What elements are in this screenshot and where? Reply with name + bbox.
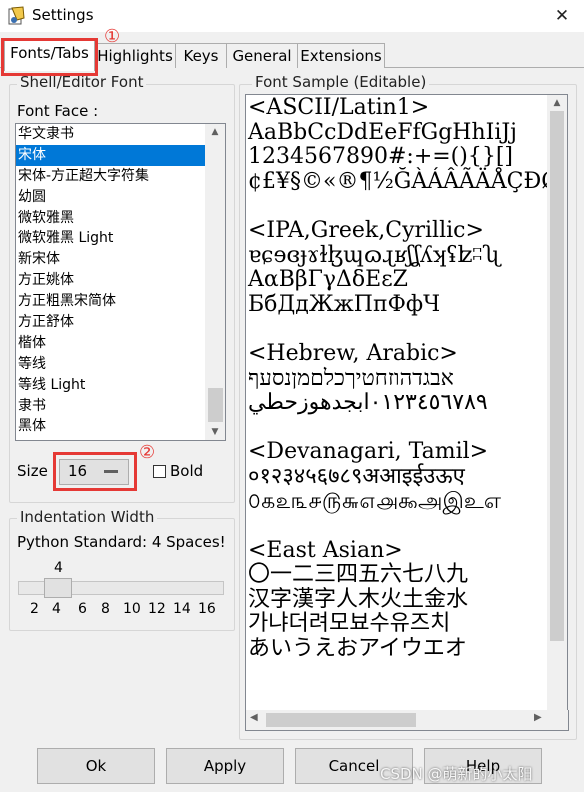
sample-line: <East Asian> [248, 537, 403, 563]
sample-line: 汉字漢字人木火土金水 [248, 586, 469, 612]
font-list-item[interactable]: 楷体 [16, 333, 206, 354]
sample-line: ɐɕɘɞɟɤɫɮɰɷɻʁʃʆʎʞʢʫʭʯ [248, 242, 500, 268]
window-title: Settings [32, 6, 94, 24]
slider-tick-label: 12 [148, 601, 166, 617]
sample-line: <ASCII/Latin1> [248, 95, 430, 120]
font-sample-label: Font Sample (Editable) [252, 73, 430, 91]
font-list-item[interactable]: 等线 Light [16, 375, 206, 396]
font-list-item[interactable]: 黑体 [16, 416, 206, 437]
sample-line: 가냐더려모뵤수유즈치 [248, 611, 451, 637]
scroll-thumb[interactable] [208, 388, 223, 422]
sample-line: あいうえおアイウエオ [248, 636, 467, 662]
sample-line [248, 316, 547, 341]
annotation-box-size [53, 452, 137, 491]
sample-line: ٠١٢٣٤٥٦٧٨٩ابجدهوزحطي [248, 390, 488, 416]
apply-button[interactable]: Apply [166, 748, 284, 784]
sample-line: БбДдЖжПпФфЧ [248, 291, 441, 317]
scroll-left-icon[interactable]: ◀ [250, 712, 258, 723]
sample-line [248, 513, 547, 538]
indent-slider-thumb[interactable] [44, 578, 72, 598]
sample-line [248, 193, 547, 218]
font-list-item[interactable]: 隶书 [16, 396, 206, 417]
watermark: CSDN @萌新的小太阳 [380, 765, 533, 783]
app-icon [8, 6, 26, 26]
slider-tick-label: 4 [52, 601, 61, 617]
font-list-item[interactable]: 微软雅黑 [16, 208, 206, 229]
scroll-right-icon[interactable]: ▶ [534, 712, 542, 723]
slider-tick-label: 8 [101, 601, 110, 617]
bold-checkbox[interactable] [153, 465, 166, 478]
bold-label: Bold [170, 462, 204, 480]
font-list-item[interactable]: 华文隶书 [16, 124, 206, 145]
tab-general[interactable]: General [226, 43, 298, 68]
sample-line: 1234567890#:+=(){}[] [248, 144, 514, 170]
slider-tick-label: 6 [78, 601, 87, 617]
slider-tick-label: 16 [198, 601, 216, 617]
font-sample-text-area[interactable]: <ASCII/Latin1> AaBbCcDdEeFfGgHhIiJj 123456… [245, 94, 548, 712]
vertical-scroll-thumb[interactable] [550, 111, 564, 641]
slider-tick-label: 2 [30, 601, 39, 617]
indentation-group-label: Indentation Width [17, 508, 158, 526]
size-label: Size : [17, 462, 58, 480]
sample-line: אבגדהוזחטיךכלםמןנסעף [248, 365, 454, 391]
sample-line: ¢£¥§©«®¶½ĞÀÁÂÃÄÅÇÐØß [248, 168, 548, 194]
indent-slider-value: 4 [54, 560, 63, 576]
font-list-item[interactable]: 方正粗黑宋简体 [16, 291, 206, 312]
sample-line [248, 415, 547, 440]
sample-vertical-scrollbar[interactable]: ▲ [547, 94, 568, 712]
font-list-item[interactable]: 方正舒体 [16, 312, 206, 333]
close-icon[interactable]: ✕ [548, 4, 576, 28]
font-list-scrollbar[interactable]: ▲ ▼ [205, 123, 226, 441]
font-list-item[interactable]: 宋体-方正超大字符集 [16, 166, 206, 187]
sample-line: <Devanagari, Tamil> [248, 439, 489, 465]
font-list-item[interactable]: 等线 [16, 354, 206, 375]
scroll-up-icon[interactable]: ▲ [547, 95, 567, 111]
font-list-item[interactable]: 宋体 [16, 144, 206, 166]
sample-line: ΑαΒβΓγΔδΕεΖ [248, 267, 408, 293]
ok-button[interactable]: Ok [37, 748, 155, 784]
slider-tick-label: 14 [173, 601, 191, 617]
annotation-box-tab [1, 38, 98, 76]
sample-line: ०१२३४५६७८९अआइईउऊए [248, 463, 465, 489]
sample-line: <Hebrew, Arabic> [248, 340, 458, 366]
python-standard-note: Python Standard: 4 Spaces! [17, 533, 226, 551]
slider-tick-label: 10 [123, 601, 141, 617]
font-list-item[interactable]: 新宋体 [16, 249, 206, 270]
font-face-list[interactable]: 华文隶书 宋体 宋体-方正超大字符集 幼圆 微软雅黑 微软雅黑 Light 新宋体 方正姚体方… [15, 123, 207, 441]
sample-line: 〇一二三四五六七八九 [248, 562, 469, 588]
font-face-label: Font Face : [17, 102, 99, 120]
tab-keys[interactable]: Keys [175, 43, 227, 68]
horizontal-scroll-thumb[interactable] [266, 713, 416, 727]
annotation-mark-2: ② [139, 442, 156, 463]
scroll-up-icon[interactable]: ▲ [205, 124, 225, 140]
font-list-item[interactable]: 方正姚体 [16, 270, 206, 291]
sample-line: AaBbCcDdEeFfGgHhIiJj [248, 119, 517, 145]
sample-line: <IPA,Greek,Cyrillic> [248, 217, 484, 243]
tab-extensions[interactable]: Extensions [297, 43, 385, 68]
font-list-item[interactable]: 幼圆 [16, 187, 206, 208]
sample-horizontal-scrollbar[interactable]: ◀ ▶ [245, 710, 569, 731]
scroll-down-icon[interactable]: ▼ [205, 424, 225, 440]
sample-line: ௦௧௨௩௪௫௬௭௮௯அஇஉஎ [248, 488, 501, 514]
annotation-mark-1: ① [104, 26, 121, 47]
font-list-item[interactable]: 微软雅黑 Light [16, 228, 206, 249]
